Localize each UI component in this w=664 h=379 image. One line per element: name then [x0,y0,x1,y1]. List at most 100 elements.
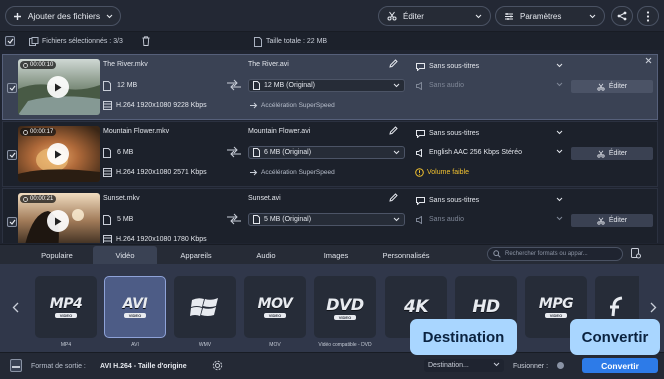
file-codec: H.264 1920x1080 9228 Kbps [116,102,207,109]
pencil-icon[interactable] [389,126,398,135]
tab-personnalises[interactable]: Personnalisés [370,246,442,264]
format-tile-avi[interactable]: AVI VIDEO [104,276,166,338]
output-format-value[interactable]: AVI H.264 - Taille d'origine [100,363,187,370]
file-checkbox[interactable] [7,150,17,160]
output-file-name[interactable]: Mountain Flower.avi [248,128,310,135]
mpg-logo: MPG [538,296,574,312]
subtitles-select[interactable]: Sans sous-titres [412,60,567,73]
destination-label: Destination... [428,362,469,369]
video-thumbnail[interactable]: 00:00:10 [18,59,100,115]
file-edit-button[interactable]: Éditer [571,80,653,93]
audio-select[interactable]: Sans audio [412,213,567,226]
superspeed-label: Accélération SuperSpeed [261,102,335,109]
hd-logo: HD [472,297,500,317]
pencil-icon[interactable] [389,193,398,202]
warning-label: Volume faible [427,169,470,176]
video-codec-icon [103,168,112,177]
total-size: Taille totale : 22 MB [266,38,328,45]
chevron-down-icon [393,83,400,88]
file-edit-button[interactable]: Éditer [571,147,653,160]
more-vertical-icon [646,10,650,22]
device-detect-icon[interactable] [631,248,641,259]
flash-logo-icon [608,296,626,318]
subtitles-icon [416,129,425,138]
settings-label: Paramètres [520,11,562,21]
convert-button[interactable]: Convertir [582,358,658,373]
video-thumbnail[interactable]: 00:00:17 [18,126,100,182]
tab-audio[interactable]: Audio [232,246,300,264]
output-size-select[interactable]: 6 MB (Original) [248,146,405,159]
merge-toggle[interactable] [557,362,564,369]
chevron-down-icon [556,216,563,221]
output-size-select[interactable]: 5 MB (Original) [248,213,405,226]
scissors-icon [597,83,605,91]
output-format-label: Format de sortie : [31,363,86,370]
superspeed-label: Accélération SuperSpeed [261,169,335,176]
video-codec-icon [103,101,112,110]
file-icon [103,215,111,225]
merge-label: Fusionner : [513,363,549,370]
output-file-name[interactable]: The River.avi [248,61,289,68]
file-row[interactable]: 00:00:17 Mountain Flower.mkv 6 MB H.264 … [2,121,658,187]
format-search-input[interactable]: Rechercher formats ou appar... [487,247,623,261]
file-checkbox[interactable] [7,217,17,227]
file-size: 12 MB [117,82,138,89]
add-files-label: Ajouter des fichiers [27,11,101,21]
play-button[interactable] [47,76,69,98]
chevron-down-icon [393,217,400,222]
trash-icon[interactable] [142,36,150,46]
search-icon [493,250,501,258]
format-tile-wmv[interactable] [174,276,236,338]
destination-callout: Destination [410,319,517,355]
selected-files-count: Fichiers sélectionnés : 3/3 [42,38,123,45]
pencil-icon[interactable] [389,59,398,68]
add-files-button[interactable]: Ajouter des fichiers [5,6,121,26]
subtitles-icon [416,196,425,205]
play-icon [54,217,62,226]
chevron-right-icon[interactable] [650,302,657,313]
gear-icon[interactable] [212,360,223,371]
format-label-mp4: MP4 [60,342,72,348]
duration-badge: 00:00:21 [20,195,57,203]
file-edit-button[interactable]: Éditer [571,214,653,227]
format-label-mov: MOV [269,342,281,348]
select-all-checkbox[interactable] [5,36,15,46]
subtitles-select[interactable]: Sans sous-titres [412,127,567,140]
output-size-select[interactable]: 12 MB (Original) [248,79,405,92]
tab-video[interactable]: Vidéo [93,246,157,264]
scissors-icon [597,217,605,225]
tab-images[interactable]: Images [300,246,372,264]
format-tile-mp4[interactable]: MP4 VIDEO [35,276,97,338]
tab-appareils[interactable]: Appareils [160,246,232,264]
close-icon[interactable] [645,57,652,64]
file-checkbox[interactable] [7,83,17,93]
share-button[interactable] [611,6,633,26]
chevron-left-icon[interactable] [12,302,19,313]
file-icon [103,148,111,158]
speaker-icon [416,148,425,157]
video-thumbnail[interactable]: 00:00:21 [18,193,100,243]
file-row[interactable]: 00:00:10 The River.mkv 12 MB H.264 1920x… [2,54,658,120]
subtitles-select[interactable]: Sans sous-titres [412,194,567,207]
more-options-button[interactable] [637,6,659,26]
video-pill: VIDEO [544,313,568,318]
play-icon [54,83,62,92]
files-icon [29,37,39,46]
audio-select[interactable]: English AAC 256 Kbps Stéréo [412,146,567,159]
tab-populaire[interactable]: Populaire [21,246,93,264]
convert-arrow-icon [226,146,242,158]
edit-button[interactable]: Éditer [378,6,491,26]
chevron-down-icon [106,14,113,19]
audio-select[interactable]: Sans audio [412,79,567,92]
chevron-down-icon [475,14,482,19]
settings-button[interactable]: Paramètres [495,6,605,26]
file-row[interactable]: 00:00:21 Sunset.mkv 5 MB H.264 1920x1080… [2,188,658,243]
destination-select[interactable]: Destination... [424,359,504,372]
dvd-logo: DVD [326,294,364,314]
duration-badge: 00:00:17 [20,128,57,136]
format-tile-mov[interactable]: MOV VIDEO [244,276,306,338]
play-button[interactable] [47,143,69,165]
format-tile-dvd[interactable]: DVD VIDEO [314,276,376,338]
play-button[interactable] [47,210,69,232]
output-file-name[interactable]: Sunset.avi [248,195,281,202]
